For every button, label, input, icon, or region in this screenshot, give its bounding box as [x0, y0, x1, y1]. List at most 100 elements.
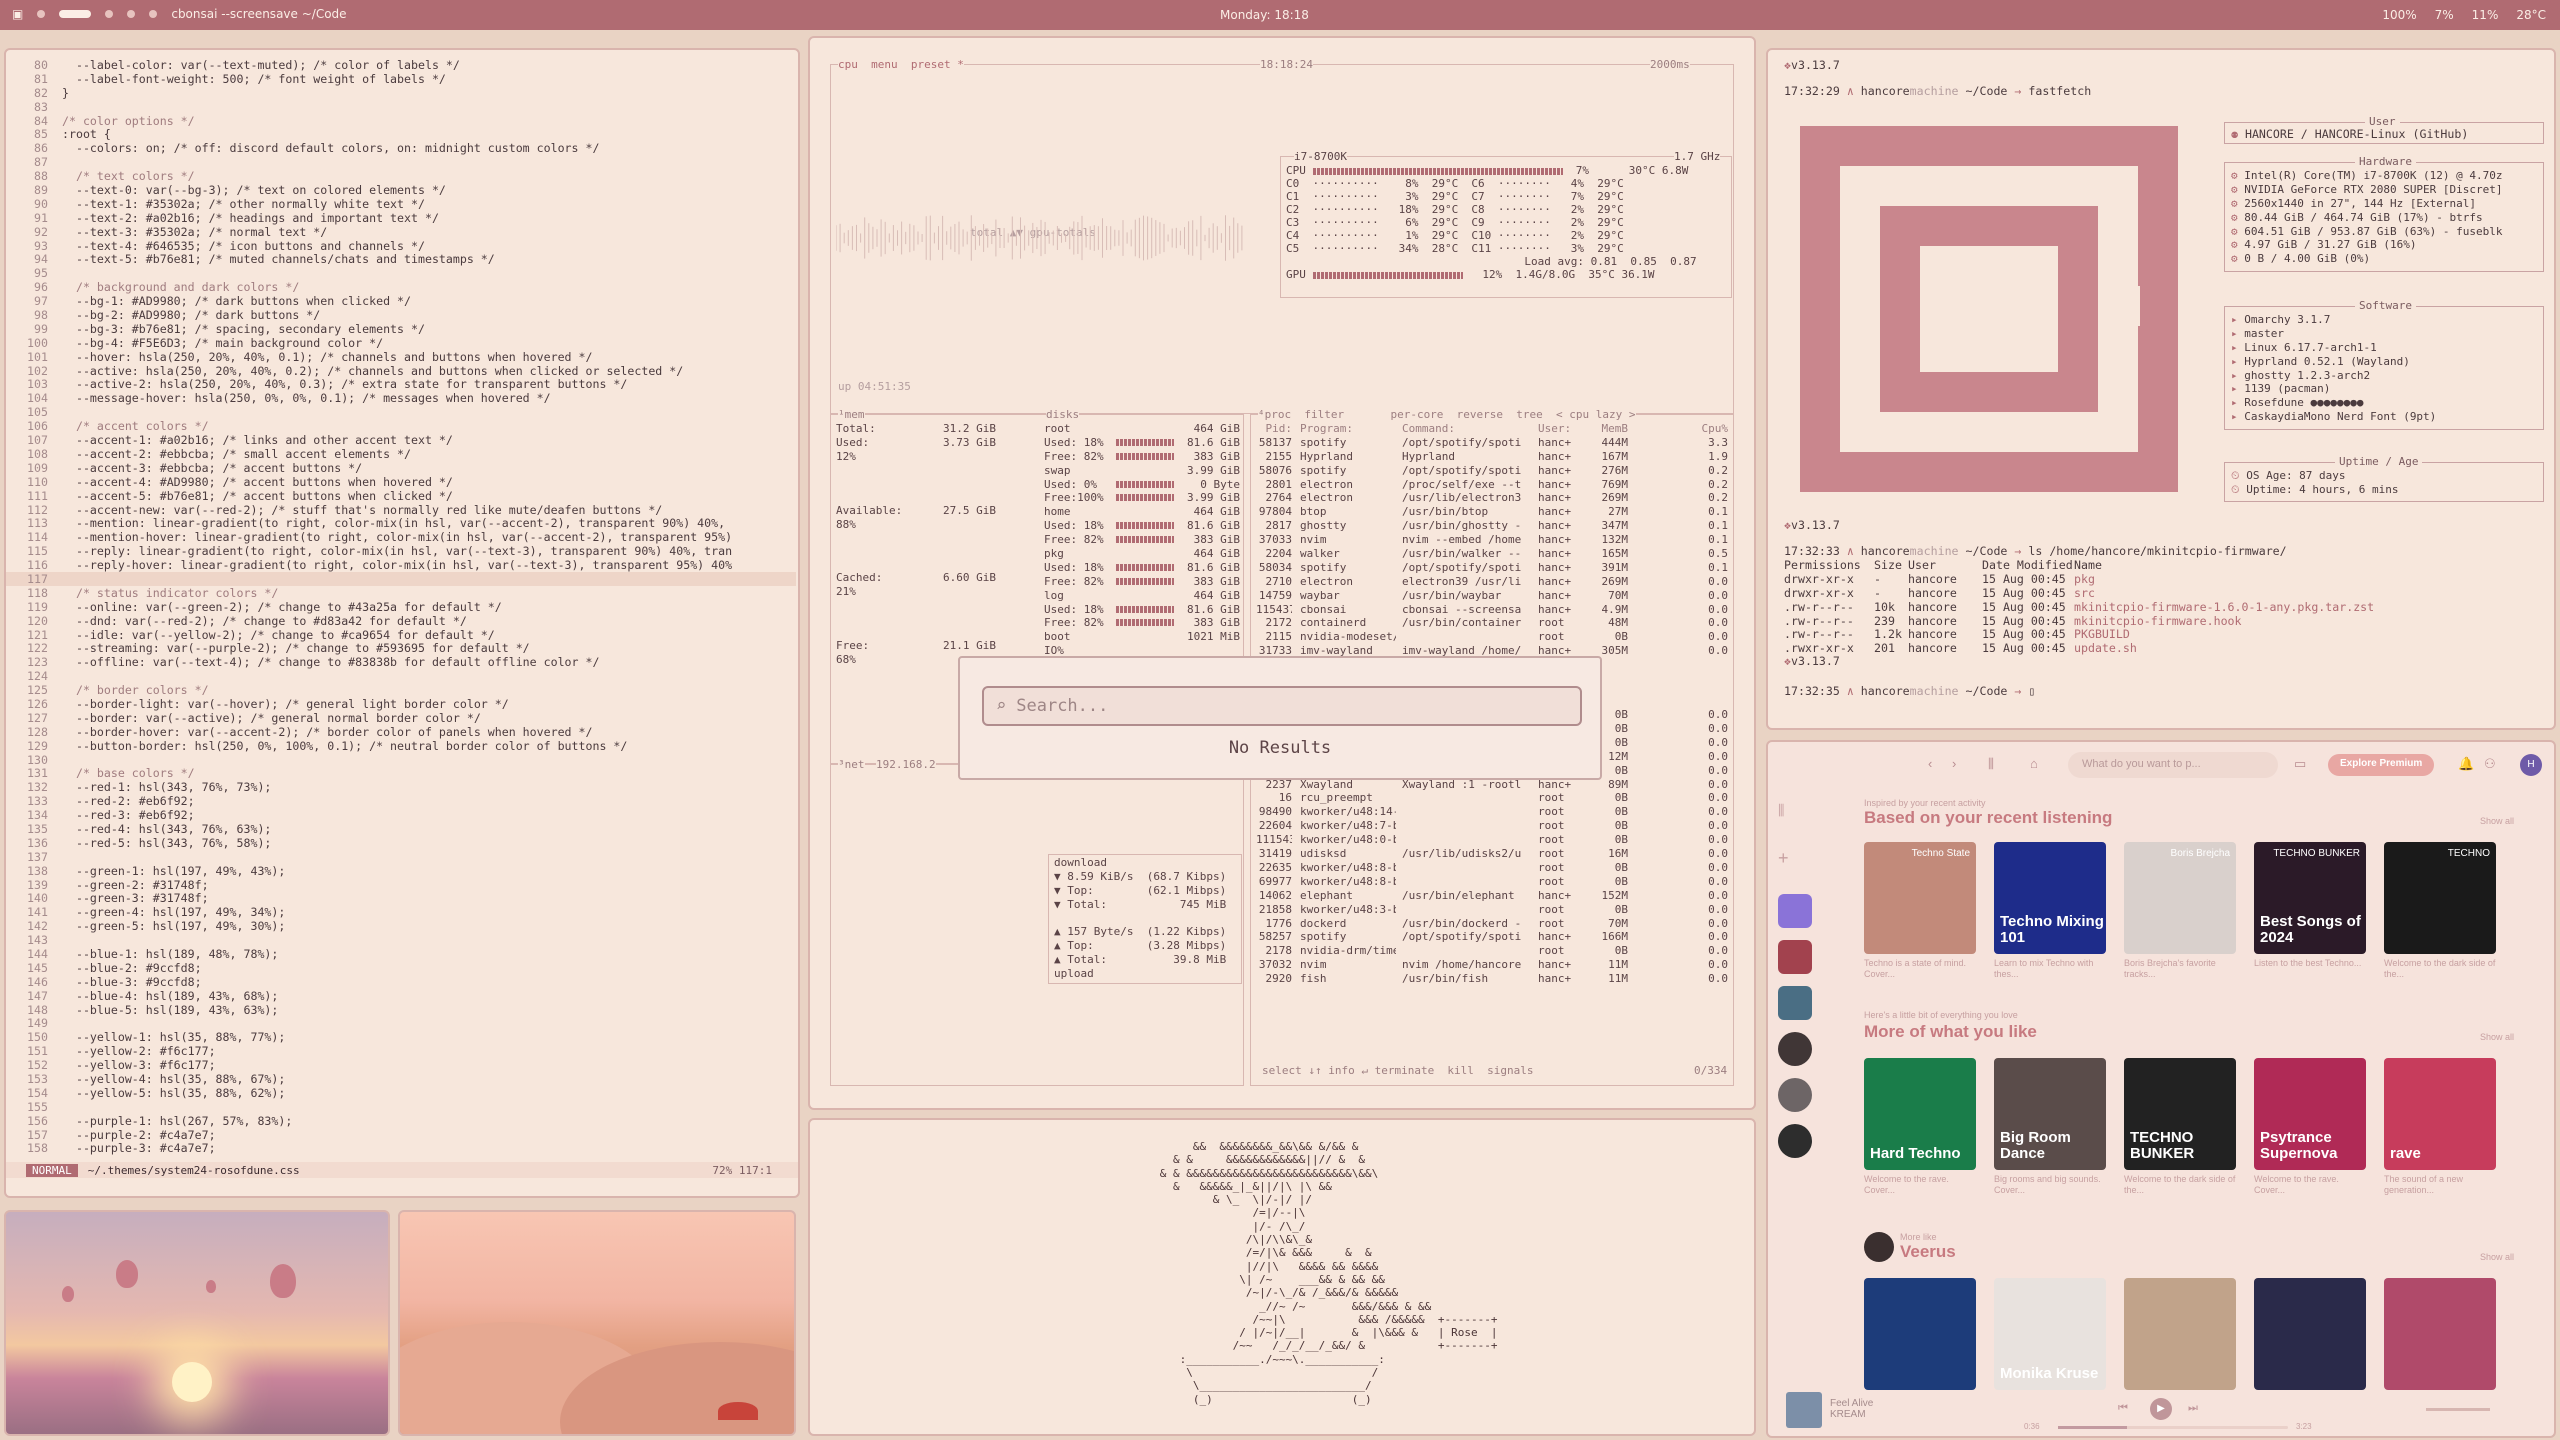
liked-songs-item[interactable] [1778, 894, 1812, 928]
playlist-item[interactable] [1778, 940, 1812, 974]
playlist-card[interactable] [2254, 1278, 2366, 1390]
workspace-1[interactable] [37, 10, 46, 18]
proc-row[interactable]: 2920 fish/usr/bin/fish hanc+ 11M 0.0 [1256, 972, 1730, 986]
next-icon[interactable]: ⏭ [2188, 1402, 2198, 1415]
home-icon[interactable]: ⌂ [2030, 756, 2038, 771]
playlist-card[interactable]: Hard Techno Welcome to the rave. Cover... [1864, 1058, 1976, 1196]
proc-row[interactable]: 14062 elephant/usr/bin/elephant hanc+ 152M 0… [1256, 889, 1730, 903]
show-all-link[interactable]: Show all [2480, 1252, 2514, 1262]
tray-item-0[interactable]: 100% [2382, 8, 2416, 22]
notifications-icon[interactable]: 🔔 [2458, 756, 2474, 772]
btop-window[interactable]: cpu menu preset * 18:18:24 2000ms total … [808, 36, 1756, 1110]
show-all-link[interactable]: Show all [2480, 816, 2514, 826]
proc-row[interactable]: 22635 kworker/u48:8-bc root 0B 0.0 [1256, 861, 1730, 875]
proc-row[interactable]: 2115 nvidia-modeset/k root 0B 0.0 [1256, 630, 1730, 644]
back-icon[interactable]: ‹ [1928, 756, 1932, 771]
proc-row[interactable]: 1776 dockerd/usr/bin/dockerd - root 70M 0.0 [1256, 917, 1730, 931]
now-playing-title[interactable]: Feel Alive KREAM [1830, 1398, 1873, 1420]
ghostty-terminal-window[interactable]: ❖v3.13.7 17:32:29 ∧ hancoremachine ~/Cod… [1766, 48, 2556, 730]
playlist-card[interactable]: TECHNO BUNKER Welcome to the dark side of… [2124, 1058, 2236, 1196]
proc-row[interactable]: 2155 Hyprland Hyprland hanc+ 167M 1.9 [1256, 450, 1730, 464]
workspace-2[interactable] [59, 10, 92, 18]
playlist-card[interactable]: TECHNO Welcome to the dark side of the... [2384, 842, 2496, 980]
user-avatar[interactable]: H [2520, 754, 2542, 776]
playlist-card[interactable] [1864, 1278, 1976, 1390]
proc-row[interactable]: 111543 kworker/u48:0-bt root 0B 0.0 [1256, 833, 1730, 847]
workspace-5[interactable] [149, 10, 158, 18]
artist-item[interactable] [1778, 1124, 1812, 1158]
proc-row[interactable]: 58034 spotify/opt/spotify/spoti hanc+ 391M 0… [1256, 561, 1730, 575]
tray-item-1[interactable]: 7% [2435, 8, 2454, 22]
playlist-card[interactable]: Best Songs of 2024 TECHNO BUNKER Listen to… [2254, 842, 2366, 969]
ls-cell[interactable]: mkinitcpio-firmware.hook [2074, 614, 2242, 628]
proc-row[interactable]: 16 rcu_preempt root 0B 0.0 [1256, 791, 1730, 805]
wallpaper-dunes[interactable] [398, 1210, 796, 1436]
proc-row[interactable]: 69977 kworker/u48:8-bc root 0B 0.0 [1256, 875, 1730, 889]
playlist-card[interactable]: Techno State Techno is a state of mind. C… [1864, 842, 1976, 980]
playlist-item[interactable] [1778, 986, 1812, 1020]
proc-row[interactable]: 2172 containerd/usr/bin/container root 48M 0… [1256, 616, 1730, 630]
workspace-3[interactable] [105, 10, 114, 18]
tray-item-3[interactable]: 28°C [2516, 8, 2546, 22]
friends-icon[interactable]: ⚇ [2484, 756, 2496, 772]
proc-row[interactable]: 58257 spotify/opt/spotify/spoti hanc+ 166M 0… [1256, 930, 1730, 944]
artist-item[interactable] [1778, 1078, 1812, 1112]
prompt-line-3[interactable]: 17:32:35 ∧ hancoremachine ~/Code → ▯ [1784, 684, 2035, 698]
proc-row[interactable]: 14759 waybar/usr/bin/waybar hanc+ 70M 0.0 [1256, 589, 1730, 603]
browse-icon[interactable]: ▭ [2294, 756, 2306, 772]
playlist-card[interactable] [2124, 1278, 2236, 1390]
proc-row[interactable]: 115437 cbonsai cbonsai --screensa hanc+ 4.9M… [1256, 603, 1730, 617]
playlist-card[interactable]: Psytrance Supernova Welcome to the rave. … [2254, 1058, 2366, 1196]
proc-footer[interactable]: select ↓↑ info ↵ terminate kill signals [1262, 1064, 1534, 1077]
show-all-link[interactable]: Show all [2480, 1032, 2514, 1042]
wallpaper-balloons[interactable] [4, 1210, 390, 1436]
play-button[interactable]: ▶ [2150, 1398, 2172, 1420]
proc-row[interactable]: 22604 kworker/u48:7-bc root 0B 0.0 [1256, 819, 1730, 833]
playlist-card[interactable]: Big Room Dance Big rooms and big sounds. … [1994, 1058, 2106, 1196]
now-playing-cover[interactable] [1786, 1392, 1822, 1428]
progress-bar[interactable] [2058, 1426, 2288, 1429]
proc-row[interactable]: 58137 spotify/opt/spotify/spoti hanc+ 444M 3… [1256, 436, 1730, 450]
editor-buffer[interactable]: 80 --label-color: var(--text-muted); /* … [6, 58, 796, 1155]
proc-row[interactable]: 31419 udisksd/usr/lib/udisks2/u root 16M 0.0 [1256, 847, 1730, 861]
section-2-title[interactable]: More of what you like [1864, 1022, 2037, 1042]
add-icon[interactable]: + [1778, 848, 1812, 882]
net-iface[interactable]: 192.168.2 [876, 758, 936, 771]
ls-cell[interactable]: src [2074, 586, 2095, 600]
launcher-popup[interactable]: ⌕ Search... No Results [958, 656, 1602, 780]
workspace-4[interactable] [127, 10, 136, 18]
volume-slider[interactable] [2426, 1408, 2490, 1411]
proc-row[interactable]: 37033 nvim nvim --embed /home hanc+ 132M 0.1 [1256, 533, 1730, 547]
spotify-search-input[interactable]: What do you want to p... [2068, 752, 2278, 778]
proc-row[interactable]: 58076 spotify/opt/spotify/spoti hanc+ 276M 0… [1256, 464, 1730, 478]
playlist-card[interactable]: Boris Brejcha Boris Brejcha's favorite tr… [2124, 842, 2236, 980]
apps-icon[interactable]: ▣ [12, 7, 23, 21]
spotify-window[interactable]: ‹ › ⫼ ⌂ What do you want to p... ▭ Explo… [1766, 740, 2556, 1438]
artist-item[interactable] [1778, 1032, 1812, 1066]
cbonsai-window[interactable]: && &&&&&&&&_&&\&& &/&& & & & &&&&&&&&&&&… [808, 1118, 1756, 1436]
proc-row[interactable]: 98490 kworker/u48:14-b root 0B 0.0 [1256, 805, 1730, 819]
proc-row[interactable]: 2204 walker/usr/bin/walker -- hanc+ 165M 0.5 [1256, 547, 1730, 561]
proc-panel-header[interactable]: ⁴proc filter per-core reverse tree < cpu… [1258, 408, 1636, 421]
proc-row[interactable]: 21858 kworker/u48:3-bc root 0B 0.0 [1256, 903, 1730, 917]
forward-icon[interactable]: › [1952, 756, 1956, 771]
nvim-editor-window[interactable]: 80 --label-color: var(--text-muted); /* … [4, 48, 800, 1198]
proc-row[interactable]: 2817 ghostty/usr/bin/ghostty - hanc+ 347M 0.… [1256, 519, 1730, 533]
playlist-card[interactable]: Monika Kruse [1994, 1278, 2106, 1390]
proc-row[interactable]: 2764 electron/usr/lib/electron3 hanc+ 269M 0… [1256, 491, 1730, 505]
ls-cell[interactable]: pkg [2074, 572, 2095, 586]
refresh-rate[interactable]: 2000ms [1650, 58, 1690, 71]
proc-row[interactable]: 2801 electron/proc/self/exe --t hanc+ 769M 0… [1256, 478, 1730, 492]
cpu-panel-header[interactable]: cpu menu preset * [838, 58, 964, 71]
playlist-card[interactable] [2384, 1278, 2496, 1390]
ls-cell[interactable]: update.sh [2074, 641, 2137, 655]
library-sidebar-icon[interactable]: ⫼ [1778, 802, 1812, 836]
proc-row[interactable]: 97804 btop/usr/bin/btop hanc+ 27M 0.1 [1256, 505, 1730, 519]
playlist-card[interactable]: rave The sound of a new generation... [2384, 1058, 2496, 1196]
proc-row[interactable]: 2178 nvidia-drm/timel root 0B 0.0 [1256, 944, 1730, 958]
section-3-title[interactable]: Veerus [1900, 1242, 1956, 1262]
library-icon[interactable]: ⫼ [1988, 756, 1994, 772]
ls-cell[interactable]: PKGBUILD [2074, 627, 2130, 641]
clock[interactable]: Monday: 18:18 [1220, 8, 1309, 22]
previous-icon[interactable]: ⏮ [2118, 1402, 2128, 1415]
